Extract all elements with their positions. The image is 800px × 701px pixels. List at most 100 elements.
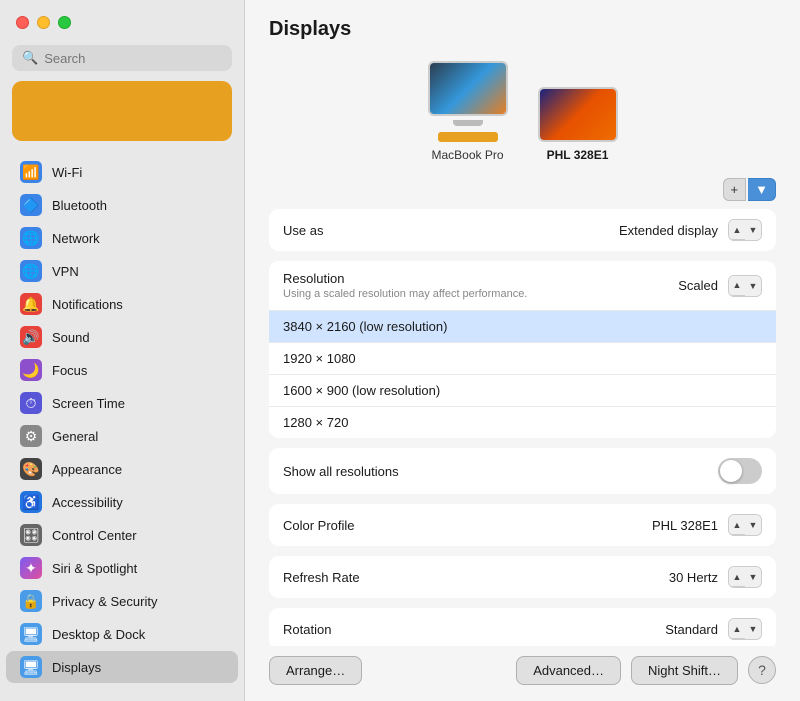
- rotation-stepper[interactable]: ▲ ▼: [728, 618, 762, 640]
- rotation-stepper-up[interactable]: ▲: [729, 619, 745, 639]
- focus-icon: 🌙: [20, 359, 42, 381]
- refresh-rate-stepper-up[interactable]: ▲: [729, 567, 745, 587]
- notifications-icon: 🔔: [20, 293, 42, 315]
- sidebar-item-focus[interactable]: 🌙Focus: [6, 354, 238, 386]
- sidebar-item-desktop[interactable]: 🖥Desktop & Dock: [6, 618, 238, 650]
- resolution-stepper[interactable]: ▲ ▼: [728, 275, 762, 297]
- bottom-buttons: Arrange… Advanced… Night Shift… ?: [245, 646, 800, 701]
- display-dropdown-button[interactable]: ▼: [748, 178, 776, 201]
- external-preview[interactable]: [538, 87, 618, 142]
- display-item-external: PHL 328E1: [538, 87, 618, 162]
- macbook-label: MacBook Pro: [431, 148, 503, 162]
- show-all-row: Show all resolutions: [269, 448, 776, 494]
- sidebar-item-appearance[interactable]: 🎨 Appearance: [6, 453, 238, 485]
- external-label: PHL 328E1: [547, 148, 609, 162]
- display-item-macbook: MacBook Pro: [428, 61, 508, 162]
- macbook-stand: [453, 120, 483, 126]
- sidebar-item-accessibility[interactable]: ♿Accessibility: [6, 486, 238, 518]
- general-icon: ⚙: [20, 425, 42, 447]
- bluetooth-icon: 🔷: [20, 194, 42, 216]
- close-button[interactable]: [16, 16, 29, 29]
- resolution-section: Resolution Using a scaled resolution may…: [269, 261, 776, 438]
- use-as-stepper-down[interactable]: ▼: [745, 220, 761, 240]
- resolution-option-res4[interactable]: 1280 × 720: [269, 407, 776, 438]
- sidebar-item-privacy[interactable]: 🔒 Privacy & Security: [6, 585, 238, 617]
- sidebar-item-bluetooth[interactable]: 🔷Bluetooth: [6, 189, 238, 221]
- sidebar-item-label-controlcenter: Control Center: [52, 528, 137, 543]
- sidebar-item-label-accessibility: Accessibility: [52, 495, 123, 510]
- resolution-option-res3[interactable]: 1600 × 900 (low resolution): [269, 375, 776, 407]
- page-title: Displays: [245, 0, 800, 51]
- zoom-button[interactable]: [58, 16, 71, 29]
- night-shift-button[interactable]: Night Shift…: [631, 656, 738, 685]
- sidebar-item-screentime[interactable]: ⏱Screen Time: [6, 387, 238, 419]
- sidebar-item-siri[interactable]: ✦Siri & Spotlight: [6, 552, 238, 584]
- right-buttons: Advanced… Night Shift… ?: [516, 656, 776, 685]
- search-box[interactable]: 🔍: [12, 45, 232, 71]
- siri-icon: ✦: [20, 557, 42, 579]
- resolution-label: Resolution: [283, 271, 344, 286]
- sidebar-item-label-network: Network: [52, 231, 100, 246]
- sidebar-item-network[interactable]: 🌐 Network: [6, 222, 238, 254]
- appearance-icon: 🎨: [20, 458, 42, 480]
- color-profile-stepper-down[interactable]: ▼: [745, 515, 761, 535]
- sidebar-item-label-screentime: Screen Time: [52, 396, 125, 411]
- use-as-label: Use as: [283, 223, 323, 238]
- search-input[interactable]: [44, 51, 222, 66]
- sidebar-item-label-displays: Displays: [52, 660, 101, 675]
- sidebar-item-controlcenter[interactable]: 🎛 Control Center: [6, 519, 238, 551]
- use-as-stepper-up[interactable]: ▲: [729, 220, 745, 240]
- resolution-list: 3840 × 2160 (low resolution)1920 × 10801…: [269, 311, 776, 438]
- sidebar-item-displays[interactable]: 🖥 Displays: [6, 651, 238, 683]
- resolution-stepper-down[interactable]: ▼: [745, 276, 761, 296]
- resolution-row: Resolution Using a scaled resolution may…: [269, 261, 776, 311]
- controlcenter-icon: 🎛: [20, 524, 42, 546]
- refresh-rate-stepper[interactable]: ▲ ▼: [728, 566, 762, 588]
- refresh-rate-value: 30 Hertz ▲ ▼: [669, 566, 762, 588]
- resolution-option-res1[interactable]: 3840 × 2160 (low resolution): [269, 311, 776, 343]
- refresh-rate-stepper-down[interactable]: ▼: [745, 567, 761, 587]
- use-as-stepper[interactable]: ▲ ▼: [728, 219, 762, 241]
- sidebar-item-label-appearance: Appearance: [52, 462, 122, 477]
- sidebar-item-label-general: General: [52, 429, 98, 444]
- refresh-rate-row: Refresh Rate 30 Hertz ▲ ▼: [269, 556, 776, 598]
- help-button[interactable]: ?: [748, 656, 776, 684]
- color-profile-stepper[interactable]: ▲ ▼: [728, 514, 762, 536]
- main-content: Displays MacBook Pro PHL 328E1 + ▼ Use a…: [245, 0, 800, 701]
- use-as-section: Use as Extended display ▲ ▼: [269, 209, 776, 251]
- toolbar: + ▼: [245, 178, 800, 209]
- use-as-value: Extended display ▲ ▼: [619, 219, 762, 241]
- add-display-button[interactable]: +: [723, 178, 747, 201]
- privacy-icon: 🔒: [20, 590, 42, 612]
- color-profile-row: Color Profile PHL 328E1 ▲ ▼: [269, 504, 776, 546]
- rotation-stepper-down[interactable]: ▼: [745, 619, 761, 639]
- sidebar-item-wifi[interactable]: 📶Wi-Fi: [6, 156, 238, 188]
- sidebar-item-sound[interactable]: 🔊Sound: [6, 321, 238, 353]
- resolution-stepper-up[interactable]: ▲: [729, 276, 745, 296]
- toggle-knob: [720, 460, 742, 482]
- refresh-rate-section: Refresh Rate 30 Hertz ▲ ▼: [269, 556, 776, 598]
- displays-preview-area: MacBook Pro PHL 328E1: [245, 51, 800, 178]
- show-all-label: Show all resolutions: [283, 464, 399, 479]
- macbook-preview[interactable]: [428, 61, 508, 116]
- sidebar-item-general[interactable]: ⚙ General: [6, 420, 238, 452]
- color-profile-stepper-up[interactable]: ▲: [729, 515, 745, 535]
- wifi-icon: 📶: [20, 161, 42, 183]
- sidebar-item-notifications[interactable]: 🔔 Notifications: [6, 288, 238, 320]
- network-icon: 🌐: [20, 227, 42, 249]
- rotation-row: Rotation Standard ▲ ▼: [269, 608, 776, 646]
- minimize-button[interactable]: [37, 16, 50, 29]
- traffic-lights: [0, 0, 244, 39]
- vpn-icon: 🌐: [20, 260, 42, 282]
- advanced-button[interactable]: Advanced…: [516, 656, 621, 685]
- displays-icon: 🖥: [20, 656, 42, 678]
- arrange-button[interactable]: Arrange…: [269, 656, 362, 685]
- sidebar-item-label-vpn: VPN: [52, 264, 79, 279]
- sidebar-item-label-privacy: Privacy & Security: [52, 594, 157, 609]
- sidebar-item-label-notifications: Notifications: [52, 297, 123, 312]
- sidebar-item-vpn[interactable]: 🌐 VPN: [6, 255, 238, 287]
- resolution-option-res2[interactable]: 1920 × 1080: [269, 343, 776, 375]
- search-icon: 🔍: [22, 50, 38, 66]
- user-avatar: [12, 81, 232, 141]
- show-all-toggle[interactable]: [718, 458, 762, 484]
